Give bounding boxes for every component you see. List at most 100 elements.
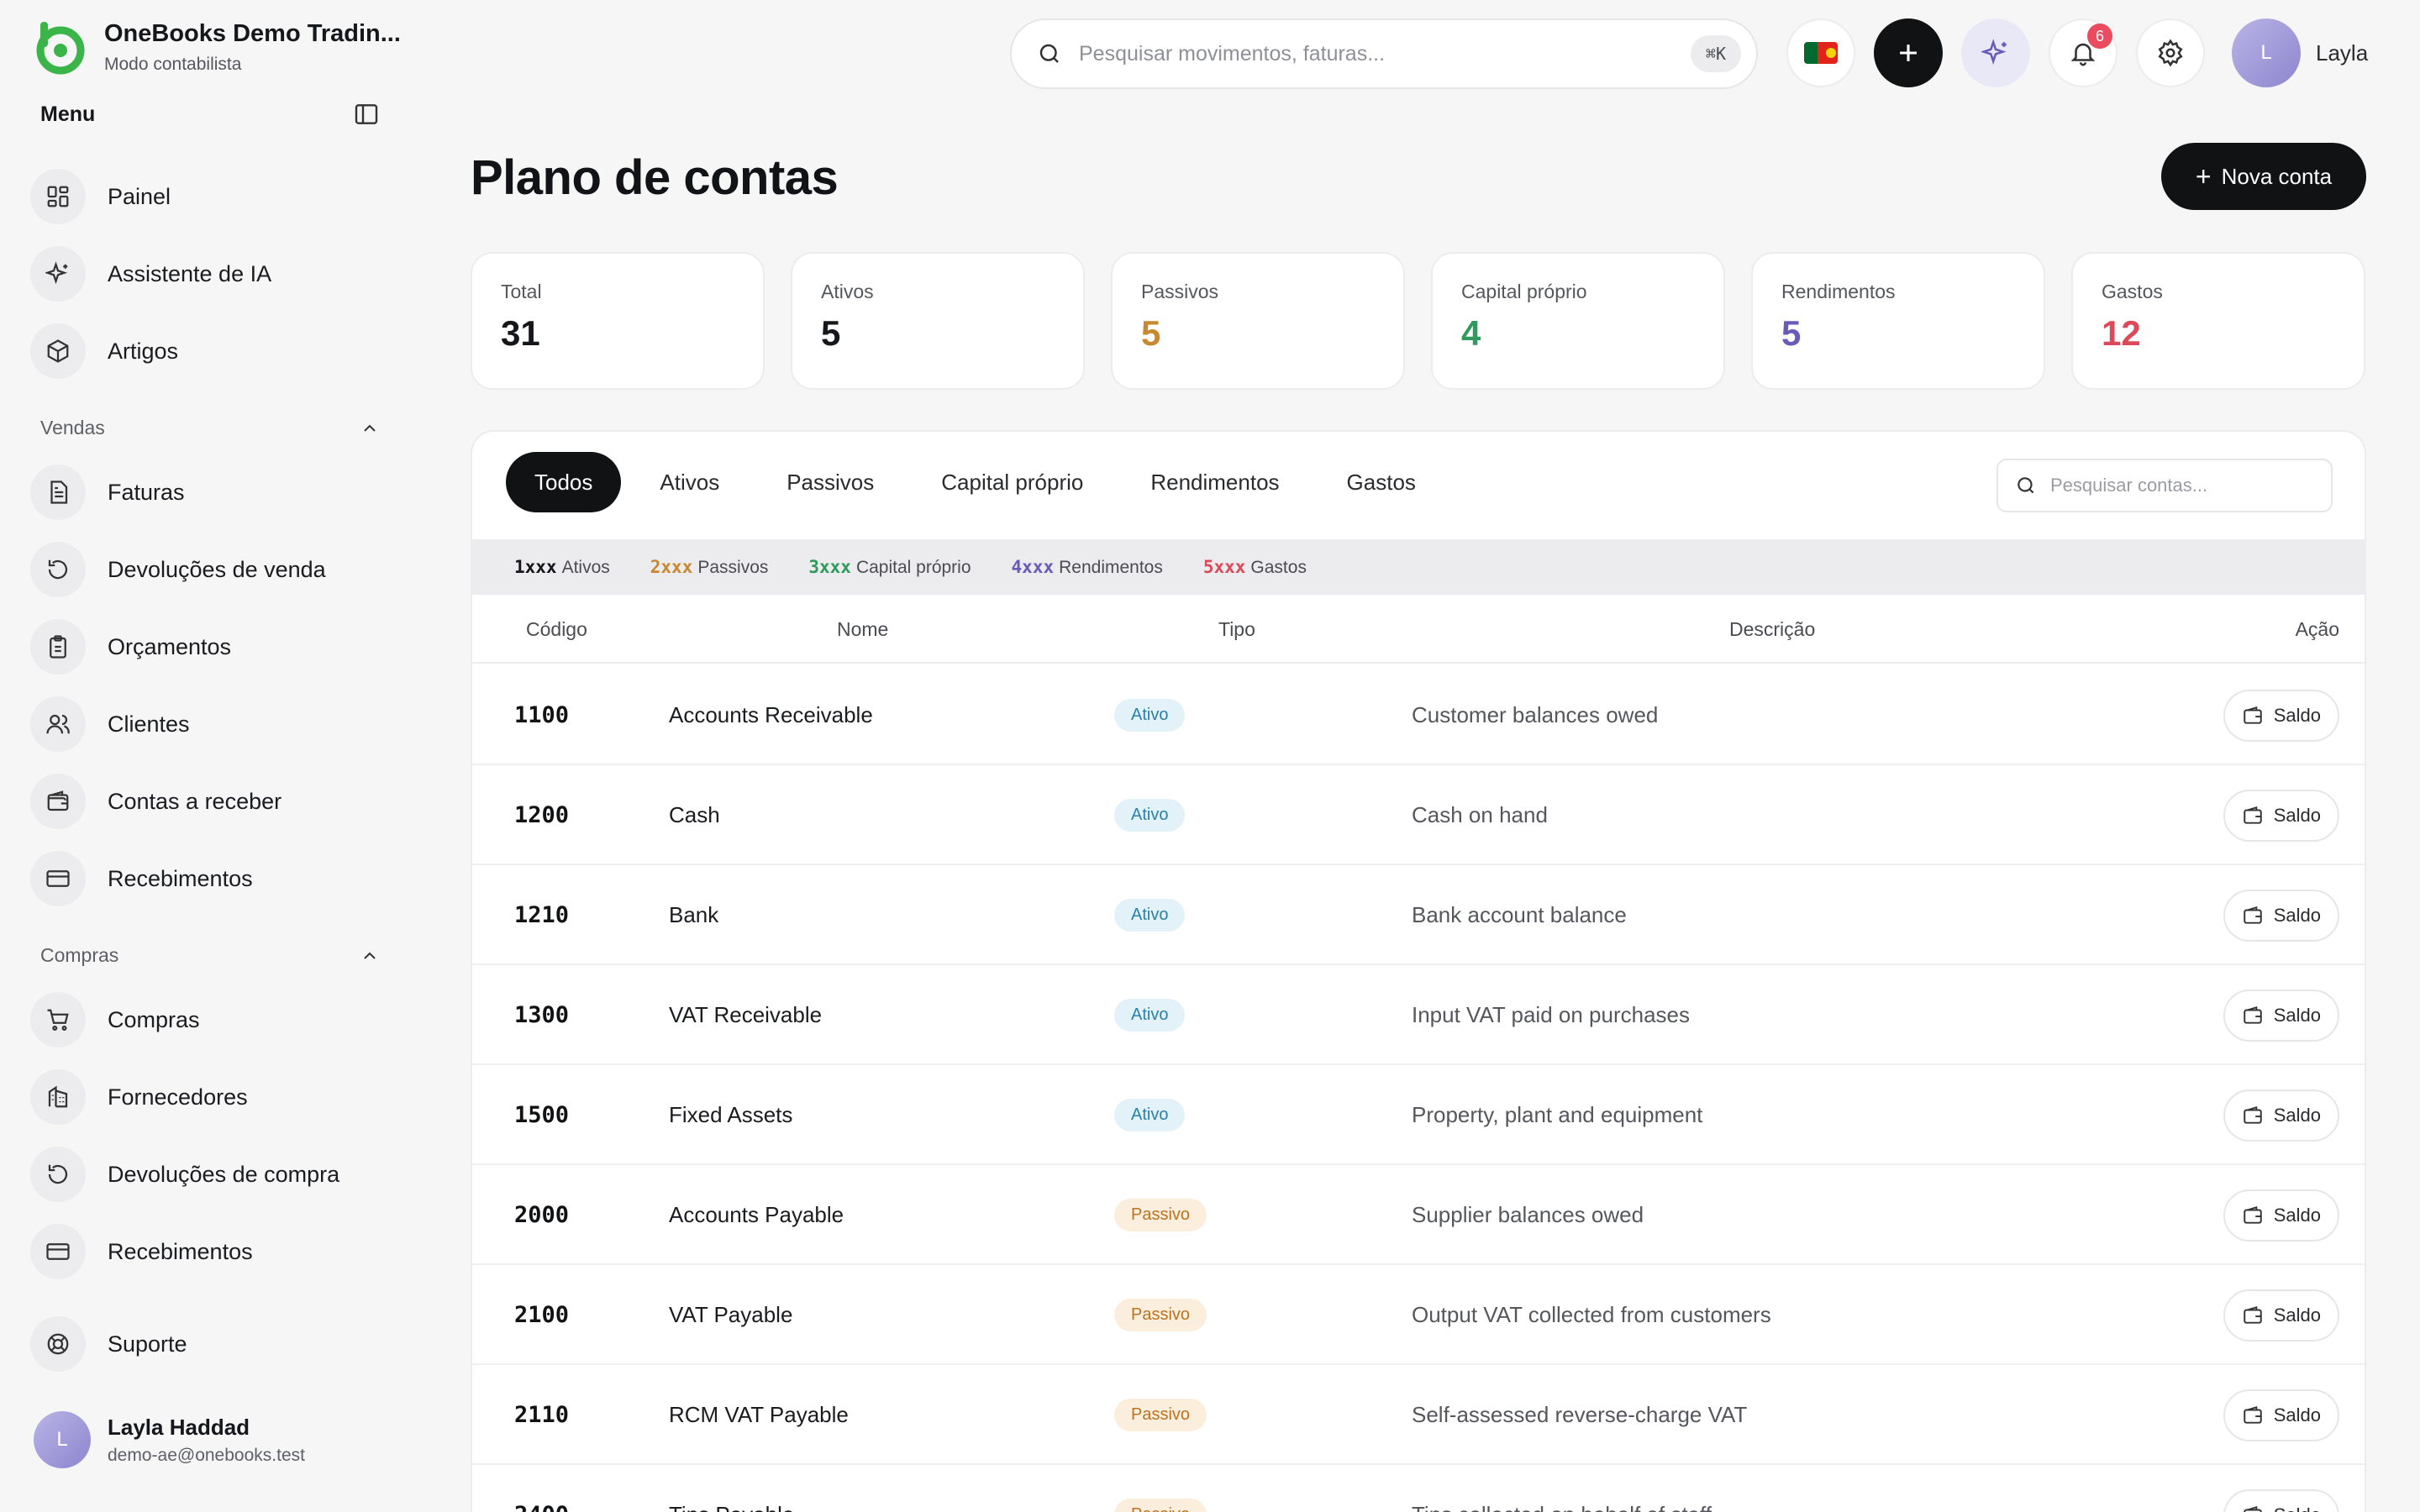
account-description: Property, plant and equipment — [1412, 1102, 1703, 1127]
balance-button-label: Saldo — [2273, 1104, 2321, 1126]
ai-assistant-button[interactable] — [1961, 18, 2030, 87]
sidebar-item-recebimentos-vendas[interactable]: Recebimentos — [30, 840, 392, 917]
global-search[interactable]: ⌘K — [1010, 18, 1758, 89]
tab-todos[interactable]: Todos — [506, 452, 622, 512]
section-compras-header[interactable]: Compras — [40, 944, 380, 967]
balance-button-label: Saldo — [2274, 1504, 2321, 1512]
balance-button[interactable]: Saldo — [2223, 689, 2339, 742]
table-row[interactable]: 1100 Accounts Receivable Ativo Customer bal… — [472, 665, 2365, 765]
balance-button[interactable]: Saldo — [2223, 789, 2339, 842]
sidebar-item-painel[interactable]: Painel — [30, 158, 392, 235]
balance-button[interactable]: Saldo — [2223, 1389, 2339, 1441]
sidebar-item-contas-receber[interactable]: Contas a receber — [30, 763, 392, 840]
account-name: Accounts Receivable — [669, 702, 873, 727]
sidebar-item-recebimentos-compras[interactable]: Recebimentos — [30, 1213, 392, 1290]
stat-card: Gastos 12 — [2071, 252, 2365, 390]
table-row[interactable]: 1500 Fixed Assets Ativo Property, plant and… — [472, 1065, 2365, 1165]
balance-button-label: Saldo — [2273, 804, 2321, 826]
sidebar-item-devolucoes-venda[interactable]: Devoluções de venda — [30, 531, 392, 608]
top-user-menu[interactable]: L Layla — [2232, 18, 2368, 87]
stat-value: 5 — [821, 313, 841, 353]
balance-button[interactable]: Saldo — [2223, 1189, 2339, 1242]
balance-button[interactable]: Saldo — [2223, 989, 2339, 1042]
stat-card: Ativos 5 — [791, 252, 1085, 390]
accounts-search[interactable] — [1996, 459, 2333, 512]
legend-item: 1xxx Ativos — [514, 557, 610, 578]
tab-ativos[interactable]: Ativos — [631, 452, 748, 512]
sidebar-item-clientes[interactable]: Clientes — [30, 685, 392, 763]
balance-button[interactable]: Saldo — [2223, 1488, 2339, 1512]
account-action: Saldo — [2223, 665, 2339, 765]
table-row[interactable]: 2400 Tips Payable Passivo Tips collected on… — [472, 1465, 2365, 1512]
sidebar-item-label: Devoluções de venda — [108, 556, 326, 582]
balance-button[interactable]: Saldo — [2223, 1089, 2339, 1142]
sidebar-item-devolucoes-compra[interactable]: Devoluções de compra — [30, 1136, 392, 1213]
account-name: Accounts Payable — [669, 1202, 844, 1227]
account-description: Input VAT paid on purchases — [1412, 1002, 1690, 1027]
tab-rendimentos[interactable]: Rendimentos — [1122, 452, 1307, 512]
section-vendas-header[interactable]: Vendas — [40, 417, 380, 439]
menu-header: Menu — [40, 101, 380, 128]
table-row[interactable]: 1300 VAT Receivable Ativo Input VAT paid on… — [472, 965, 2365, 1065]
brand[interactable]: OneBooks Demo Tradin... Modo contabilist… — [32, 18, 401, 76]
menu-label: Menu — [40, 102, 96, 126]
balance-button[interactable]: Saldo — [2223, 889, 2339, 942]
sidebar-toggle-icon[interactable] — [353, 101, 380, 128]
balance-button[interactable]: Saldo — [2223, 1289, 2339, 1341]
sidebar-item-faturas[interactable]: Faturas — [30, 454, 392, 531]
account-action: Saldo — [2223, 965, 2339, 1065]
quick-add-button[interactable] — [1874, 18, 1943, 87]
sidebar-item-orcamentos[interactable]: Orçamentos — [30, 608, 392, 685]
card-icon — [30, 1224, 86, 1279]
type-badge: Passivo — [1114, 1499, 1207, 1512]
account-name: RCM VAT Payable — [669, 1402, 849, 1427]
wallet-icon — [2243, 1505, 2262, 1512]
sidebar-item-artigos[interactable]: Artigos — [30, 312, 392, 390]
account-type: Passivo — [1114, 1465, 1207, 1512]
tab-capital-pr-prio[interactable]: Capital próprio — [913, 452, 1112, 512]
stat-label: Gastos — [2102, 281, 2163, 302]
type-badge: Ativo — [1114, 1099, 1186, 1131]
table-row[interactable]: 2000 Accounts Payable Passivo Supplier bala… — [472, 1165, 2365, 1265]
balance-button-label: Saldo — [2273, 1004, 2321, 1026]
chevron-up-icon — [364, 424, 376, 432]
settings-button[interactable] — [2136, 18, 2205, 87]
building-icon — [30, 1069, 86, 1125]
sidebar-item-label: Clientes — [108, 711, 190, 737]
tab-passivos[interactable]: Passivos — [758, 452, 902, 512]
sidebar-item-label: Recebimentos — [108, 865, 253, 891]
account-type: Passivo — [1114, 1265, 1207, 1365]
stat-value: 5 — [1781, 313, 1802, 353]
global-search-input[interactable] — [1079, 41, 1691, 66]
stat-label: Total — [501, 281, 542, 302]
account-type: Passivo — [1114, 1365, 1207, 1465]
tab-gastos[interactable]: Gastos — [1318, 452, 1444, 512]
stat-label: Ativos — [821, 281, 874, 302]
notifications-button[interactable]: 6 — [2049, 18, 2118, 87]
sidebar-item-label: Suporte — [108, 1331, 187, 1357]
table-row[interactable]: 2100 VAT Payable Passivo Output VAT collect… — [472, 1265, 2365, 1365]
legend-label: Gastos — [1250, 557, 1307, 577]
table-row[interactable]: 1200 Cash Ativo Cash on hand Saldo — [472, 765, 2365, 865]
sidebar-item-fornecedores[interactable]: Fornecedores — [30, 1058, 392, 1136]
lifebuoy-icon — [30, 1316, 86, 1372]
new-account-button[interactable]: + Nova conta — [2161, 143, 2366, 210]
section-label: Compras — [40, 944, 119, 966]
accounts-search-input[interactable] — [2050, 475, 2314, 496]
sidebar-item-compras[interactable]: Compras — [30, 981, 392, 1058]
sidebar-user[interactable]: L Layla Haddad demo-ae@onebooks.test — [34, 1411, 305, 1468]
legend-code: 1xxx — [514, 556, 557, 577]
user-email: demo-ae@onebooks.test — [108, 1445, 305, 1465]
language-button[interactable] — [1786, 18, 1855, 87]
wallet-icon — [2243, 806, 2262, 824]
box-icon — [30, 323, 86, 379]
sidebar-item-assistente[interactable]: Assistente de IA — [30, 235, 392, 312]
shortcut-hint: ⌘K — [1690, 35, 1741, 72]
stat-value: 31 — [501, 313, 540, 353]
sidebar-item-suporte[interactable]: Suporte — [30, 1305, 392, 1383]
table-row[interactable]: 2110 RCM VAT Payable Passivo Self-assessed … — [472, 1365, 2365, 1465]
account-name: VAT Payable — [669, 1302, 793, 1327]
table-row[interactable]: 1210 Bank Ativo Bank account balance Saldo — [472, 865, 2365, 965]
column-type: Tipo — [1218, 618, 1255, 640]
column-description: Descrição — [1729, 618, 1816, 640]
